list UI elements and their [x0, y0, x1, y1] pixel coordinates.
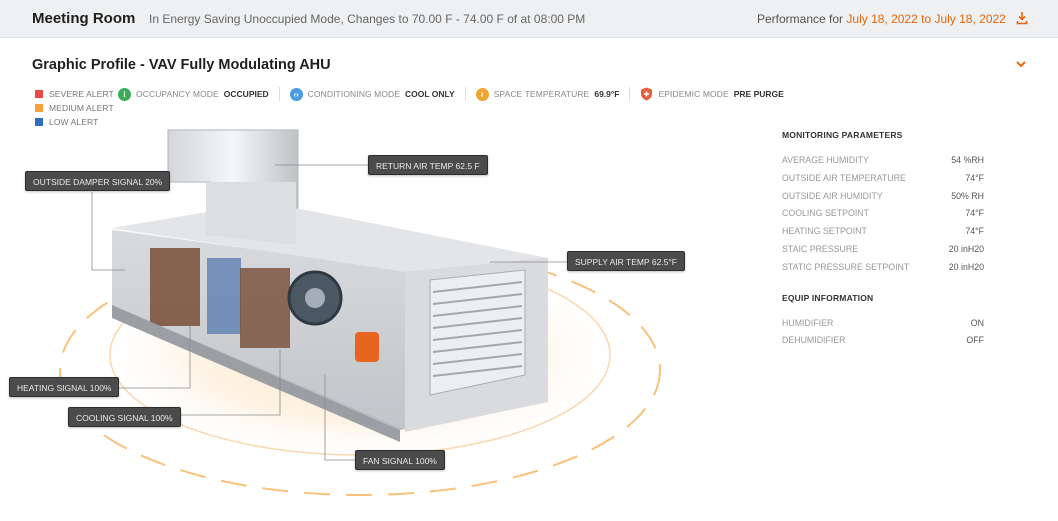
- param-row-static-pressure-setpoint: STATIC PRESSURE SETPOINT 20 inH20: [782, 261, 984, 272]
- section-title: Graphic Profile - VAV Fully Modulating A…: [32, 57, 331, 73]
- divider: [464, 87, 466, 101]
- shield-icon: [641, 87, 653, 101]
- status-space-temp: ı SPACE TEMPERATURE 69.9°F: [475, 87, 619, 101]
- param-row-heating-setpoint: HEATING SETPOINT 74°F: [782, 226, 984, 237]
- param-row-average-humidity: AVERAGE HUMIDITY 54 %RH: [782, 155, 984, 165]
- chevron-down-icon[interactable]: [1014, 58, 1028, 70]
- status-occupancy: i OCCUPANCY MODE OCCUPIED: [118, 87, 269, 101]
- equip-info-title: EQUIP INFORMATION: [782, 292, 874, 303]
- status-epidemic: EPIDEMIC MODE PRE PURGE: [640, 87, 784, 101]
- param-row-cooling-setpoint: COOLING SETPOINT 74°F: [782, 208, 984, 219]
- equip-row-dehumidifier: DEHUMIDIFIER OFF: [782, 335, 984, 346]
- monitoring-panel: MONITORING PARAMETERS AVERAGE HUMIDITY 54…: [782, 130, 984, 350]
- divider: [278, 87, 280, 101]
- performance-range: Performance for July 18, 2022 to July 18…: [757, 12, 1006, 26]
- conditioning-icon: ‹›: [289, 87, 303, 101]
- param-row-outside-air-temp: OUTSIDE AIR TEMPERATURE 74°F: [782, 172, 984, 183]
- return-air-temp-callout[interactable]: RETURN AIR TEMP 62.5 F: [368, 155, 488, 175]
- louver-frame: [429, 269, 526, 396]
- severe-swatch: [35, 90, 43, 98]
- fan-hub: [305, 288, 325, 308]
- status-row: i OCCUPANCY MODE OCCUPIED ‹› CONDITIONIN…: [118, 86, 794, 102]
- thermometer-icon: ı: [475, 87, 489, 101]
- monitoring-title: MONITORING PARAMETERS: [782, 130, 903, 140]
- status-conditioning: ‹› CONDITIONING MODE COOL ONLY: [289, 87, 455, 101]
- top-bar: Meeting Room In Energy Saving Unoccupied…: [0, 0, 1058, 38]
- outside-damper-signal-callout[interactable]: OUTSIDE DAMPER SIGNAL 20%: [25, 171, 171, 191]
- date-range-link[interactable]: July 18, 2022 to July 18, 2022: [846, 12, 1005, 26]
- legend-severe: SEVERE ALERT: [35, 87, 114, 101]
- coil-heating: [150, 248, 200, 326]
- occupancy-icon: i: [118, 87, 131, 101]
- fan-motor: [355, 332, 379, 362]
- filter-panel: [207, 258, 241, 334]
- coil-cooling: [240, 268, 290, 348]
- supply-air-temp-callout[interactable]: SUPPLY AIR TEMP 62.5°F: [567, 251, 685, 271]
- divider: [629, 87, 631, 101]
- performance-label: Performance for: [757, 12, 844, 26]
- heating-signal-callout[interactable]: HEATING SIGNAL 100%: [9, 377, 120, 397]
- return-duct-riser: [206, 182, 296, 245]
- download-icon[interactable]: [1016, 11, 1028, 25]
- param-row-static-pressure: STAIC PRESSURE 20 inH20: [782, 243, 984, 254]
- room-title: Meeting Room: [32, 10, 136, 27]
- equip-row-humidifier: HUMIDIFIER ON: [782, 317, 984, 328]
- fan-signal-callout[interactable]: FAN SIGNAL 100%: [355, 450, 445, 470]
- mode-status-text: In Energy Saving Unoccupied Mode, Change…: [149, 12, 586, 26]
- param-row-outside-air-humidity: OUTSIDE AIR HUMIDITY 50% RH: [782, 190, 984, 201]
- cooling-signal-callout[interactable]: COOLING SIGNAL 100%: [68, 407, 181, 427]
